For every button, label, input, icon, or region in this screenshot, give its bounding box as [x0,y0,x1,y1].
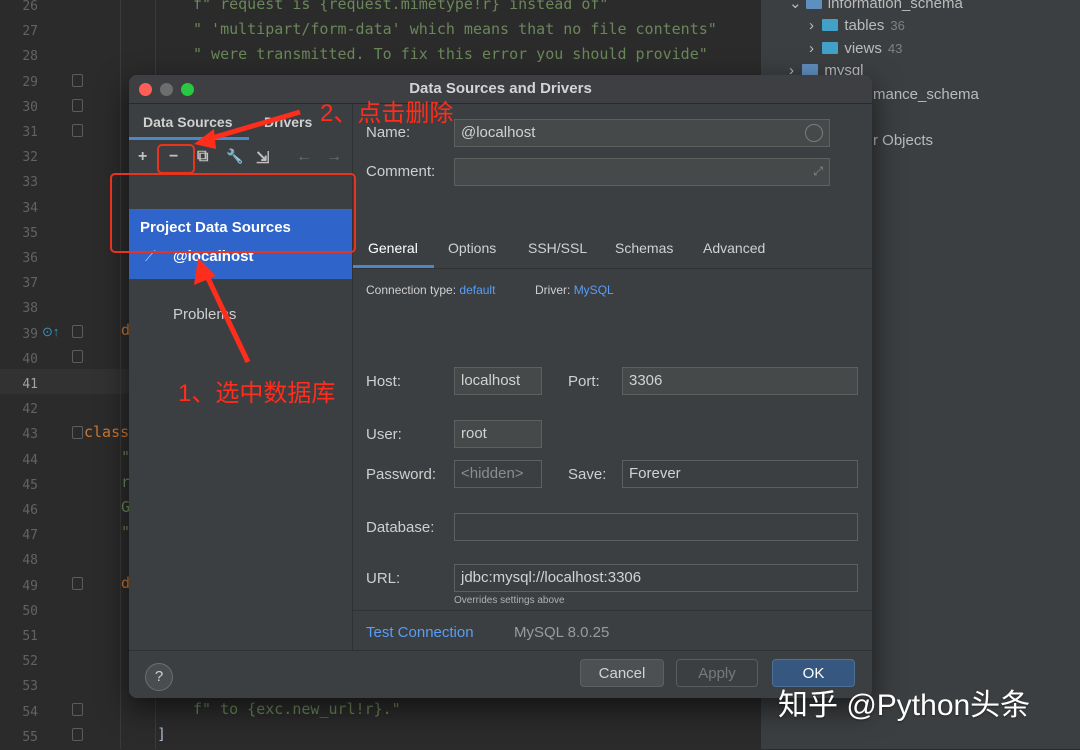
watermark: 知乎 @Python头条 [778,689,1031,722]
arrow-head-step1 [194,258,216,285]
annotation-step1: 1、选中数据库 [178,380,336,407]
arrow-head-step2 [194,129,216,149]
annotation-arrows [194,109,301,364]
arrow-line-step2 [204,109,301,143]
arrow-line-step1 [202,270,251,364]
annotation-step2: 2、点击删除 [320,100,454,127]
